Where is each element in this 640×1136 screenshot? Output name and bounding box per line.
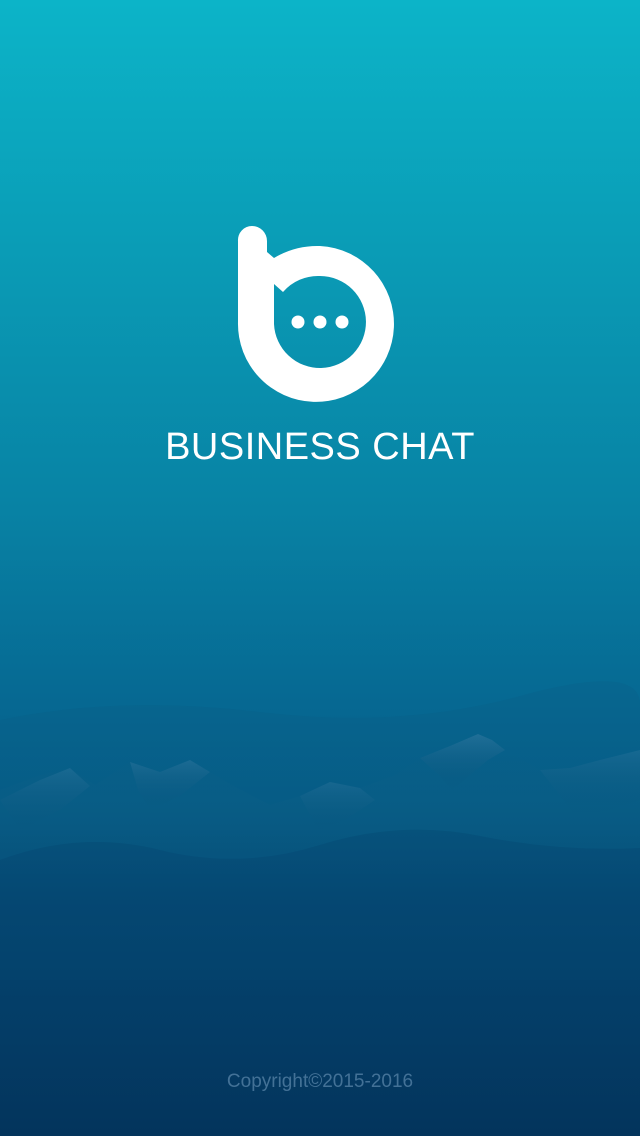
app-name: BUSINESS CHAT xyxy=(165,426,475,468)
b-chat-bubble-logo-icon xyxy=(237,225,394,402)
splash-screen: BUSINESS CHAT Copyright©2015-2016 xyxy=(0,0,640,1136)
mountain-landscape xyxy=(0,681,640,1020)
copyright-text: Copyright©2015-2016 xyxy=(226,1071,414,1092)
